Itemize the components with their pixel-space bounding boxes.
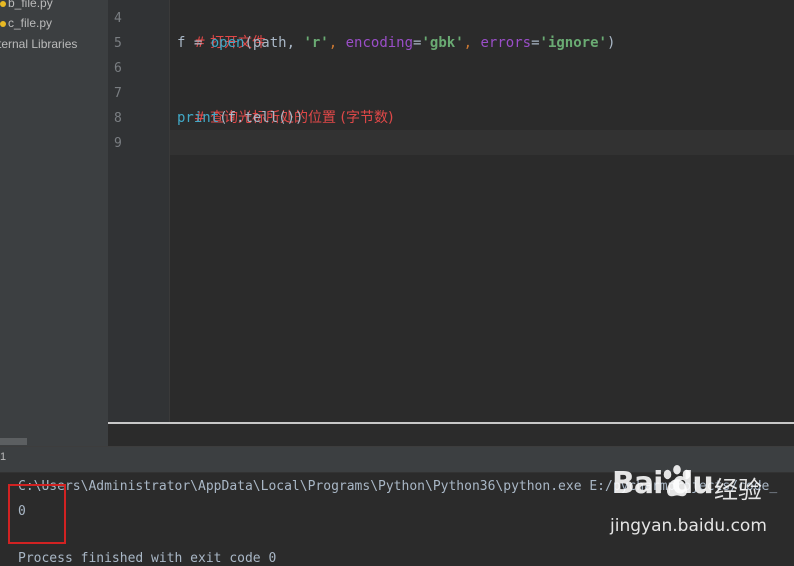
output-highlight-box: [8, 484, 66, 544]
code-token: f: [177, 35, 194, 51]
line-number: 5: [114, 36, 122, 51]
file-label: b_file.py: [8, 0, 53, 10]
line-number: 8: [114, 111, 122, 126]
builtin-open: open: [210, 35, 245, 51]
project-file-b[interactable]: b_file.py: [0, 0, 53, 13]
project-file-c[interactable]: c_file.py: [0, 13, 52, 33]
code-token: ,: [328, 35, 346, 51]
keyword-argument: errors: [480, 35, 532, 51]
string-literal: 'r': [303, 35, 329, 51]
current-line-highlight: [108, 130, 794, 155]
line-number: 9: [114, 136, 122, 151]
python-file-icon: [0, 20, 6, 27]
watermark-url: jingyan.baidu.com: [610, 516, 767, 536]
line-number: 7: [114, 86, 122, 101]
console-finish-line: Process finished with exit code 0: [18, 551, 277, 566]
code-token: =: [531, 35, 540, 51]
watermark-jingyan: 经验: [714, 476, 762, 504]
library-label: ternal Libraries: [0, 37, 78, 51]
code-token: (f.tell()): [219, 110, 304, 126]
line-number: 4: [114, 11, 122, 26]
line-number-gutter: 4 5 6 7 8 9: [108, 0, 170, 422]
code-token: (path,: [244, 35, 304, 51]
code-token: ,: [463, 35, 481, 51]
python-file-icon: [0, 0, 6, 7]
line-number: 6: [114, 61, 122, 76]
run-tab-number[interactable]: 1: [0, 451, 6, 463]
code-line-7: # 查询光标所处的位置 (字节数): [177, 81, 394, 126]
code-line-5: f = open(path, 'r', encoding = 'gbk', erro…: [177, 31, 615, 56]
code-line-8: print(f.tell()): [177, 106, 303, 131]
string-literal: 'ignore': [539, 35, 607, 51]
keyword-argument: encoding: [345, 35, 414, 51]
builtin-print: print: [177, 110, 220, 126]
external-libraries-item[interactable]: ternal Libraries: [0, 34, 77, 54]
paw-logo-icon: [663, 464, 691, 497]
editor-status-area: [108, 424, 794, 446]
string-literal: 'gbk': [421, 35, 464, 51]
code-editor[interactable]: [170, 0, 794, 422]
code-token: =: [193, 35, 211, 51]
project-tree-panel: b_file.py c_file.py ternal Libraries: [0, 0, 108, 446]
code-line-4: # 打开文件: [177, 6, 266, 51]
file-label: c_file.py: [8, 16, 53, 30]
baidu-jingyan-watermark: Bai du 经验 jingyan.baidu.com: [606, 462, 792, 544]
sidebar-horizontal-scrollbar[interactable]: [0, 438, 27, 445]
code-token: ): [606, 35, 616, 51]
